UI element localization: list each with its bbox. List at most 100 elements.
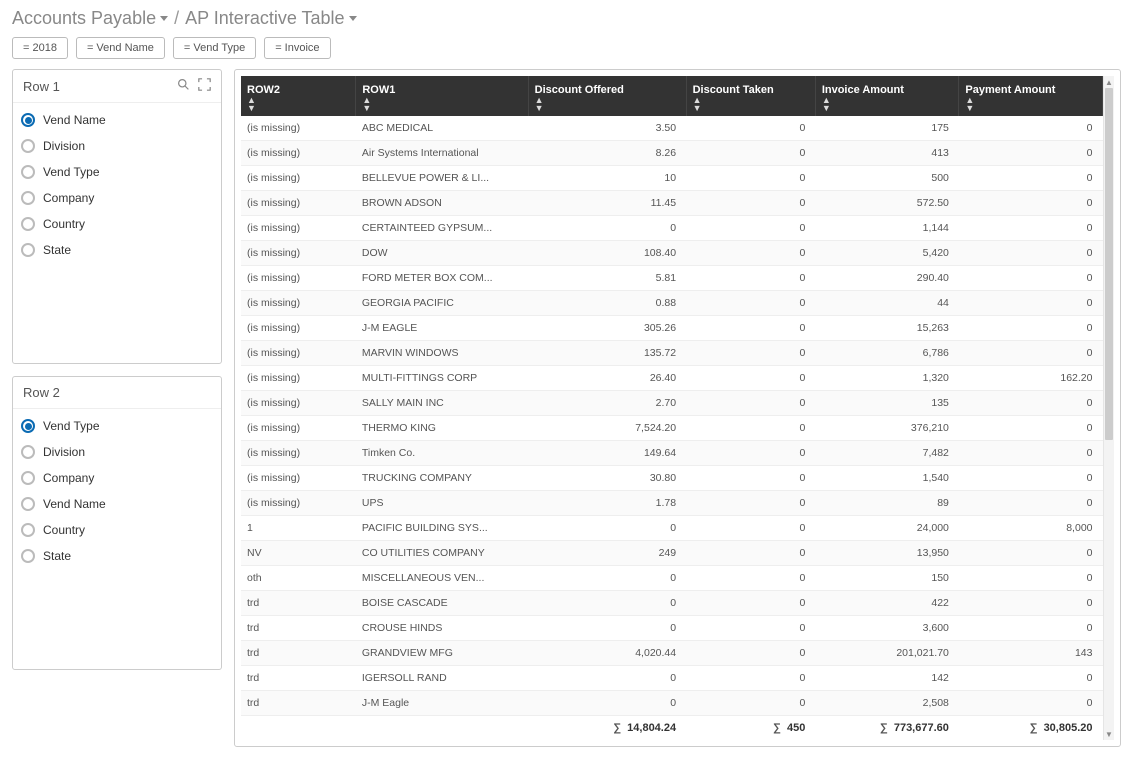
row2_panel-option[interactable]: Division bbox=[21, 443, 217, 461]
cell-discount-offered: 4,020.44 bbox=[528, 641, 686, 666]
cell-discount-taken: 0 bbox=[686, 291, 815, 316]
cell-discount-taken: 0 bbox=[686, 616, 815, 641]
column-header[interactable]: Invoice Amount▲▼ bbox=[815, 76, 959, 116]
column-header[interactable]: Payment Amount▲▼ bbox=[959, 76, 1103, 116]
filter-chip-invoice[interactable]: = Invoice bbox=[264, 37, 330, 59]
sort-icon[interactable]: ▲▼ bbox=[535, 96, 544, 112]
table-row[interactable]: (is missing)MARVIN WINDOWS135.7206,7860 bbox=[241, 341, 1103, 366]
table-row[interactable]: (is missing)FORD METER BOX COM...5.81029… bbox=[241, 266, 1103, 291]
table-row[interactable]: othMISCELLANEOUS VEN...001500 bbox=[241, 566, 1103, 591]
cell-discount-taken: 0 bbox=[686, 241, 815, 266]
cell-row1: MARVIN WINDOWS bbox=[356, 341, 528, 366]
cell-invoice-amount: 7,482 bbox=[815, 441, 959, 466]
table-row[interactable]: (is missing)MULTI-FITTINGS CORP26.4001,3… bbox=[241, 366, 1103, 391]
cell-payment-amount: 0 bbox=[959, 666, 1103, 691]
table-row[interactable]: (is missing)BROWN ADSON11.450572.500 bbox=[241, 191, 1103, 216]
cell-row2: (is missing) bbox=[241, 266, 356, 291]
row2_panel-option[interactable]: Vend Name bbox=[21, 495, 217, 513]
cell-row1: J-M EAGLE bbox=[356, 316, 528, 341]
vertical-scrollbar[interactable]: ▲ ▼ bbox=[1103, 76, 1114, 740]
row1_panel-option[interactable]: Vend Type bbox=[21, 163, 217, 181]
scroll-thumb[interactable] bbox=[1105, 88, 1113, 440]
cell-discount-offered: 30.80 bbox=[528, 466, 686, 491]
breadcrumb-current[interactable]: AP Interactive Table bbox=[185, 8, 356, 29]
cell-invoice-amount: 44 bbox=[815, 291, 959, 316]
cell-row1: J-M Eagle bbox=[356, 691, 528, 716]
row1_panel-option[interactable]: Company bbox=[21, 189, 217, 207]
column-header-label: Discount Taken bbox=[693, 84, 774, 96]
breadcrumb-parent[interactable]: Accounts Payable bbox=[12, 8, 168, 29]
cell-discount-taken: 0 bbox=[686, 166, 815, 191]
cell-row1: SALLY MAIN INC bbox=[356, 391, 528, 416]
sort-icon[interactable]: ▲▼ bbox=[822, 96, 831, 112]
row1_panel-option[interactable]: Division bbox=[21, 137, 217, 155]
total-discount-offered: ∑14,804.24 bbox=[528, 716, 686, 741]
cell-discount-offered: 0 bbox=[528, 516, 686, 541]
radio-label: Country bbox=[43, 523, 85, 537]
row2_panel-option[interactable]: Company bbox=[21, 469, 217, 487]
table-row[interactable]: trdJ-M Eagle002,5080 bbox=[241, 691, 1103, 716]
radio-label: Vend Type bbox=[43, 419, 100, 433]
column-header[interactable]: Discount Taken▲▼ bbox=[686, 76, 815, 116]
scroll-down-icon[interactable]: ▼ bbox=[1104, 728, 1114, 740]
cell-row2: trd bbox=[241, 641, 356, 666]
table-row[interactable]: (is missing)SALLY MAIN INC2.7001350 bbox=[241, 391, 1103, 416]
cell-row2: (is missing) bbox=[241, 291, 356, 316]
sort-icon[interactable]: ▲▼ bbox=[362, 96, 371, 112]
table-row[interactable]: NVCO UTILITIES COMPANY249013,9500 bbox=[241, 541, 1103, 566]
filter-label: = 2018 bbox=[23, 42, 57, 54]
column-header[interactable]: ROW2▲▼ bbox=[241, 76, 356, 116]
data-table: ROW2▲▼ROW1▲▼Discount Offered▲▼Discount T… bbox=[241, 76, 1103, 740]
expand-icon[interactable] bbox=[198, 78, 211, 94]
table-row[interactable]: (is missing)BELLEVUE POWER & LI...100500… bbox=[241, 166, 1103, 191]
cell-discount-taken: 0 bbox=[686, 191, 815, 216]
table-row[interactable]: (is missing)UPS1.780890 bbox=[241, 491, 1103, 516]
filter-chip-vendtype[interactable]: = Vend Type bbox=[173, 37, 256, 59]
table-row[interactable]: (is missing)TRUCKING COMPANY30.8001,5400 bbox=[241, 466, 1103, 491]
row2_panel-option[interactable]: Country bbox=[21, 521, 217, 539]
cell-row2: (is missing) bbox=[241, 141, 356, 166]
table-row[interactable]: trdBOISE CASCADE004220 bbox=[241, 591, 1103, 616]
caret-down-icon bbox=[349, 16, 357, 21]
sort-icon[interactable]: ▲▼ bbox=[693, 96, 702, 112]
table-row[interactable]: trdCROUSE HINDS003,6000 bbox=[241, 616, 1103, 641]
cell-discount-taken: 0 bbox=[686, 316, 815, 341]
table-row[interactable]: (is missing)Timken Co.149.6407,4820 bbox=[241, 441, 1103, 466]
table-row[interactable]: (is missing)Air Systems International8.2… bbox=[241, 141, 1103, 166]
cell-payment-amount: 143 bbox=[959, 641, 1103, 666]
table-row[interactable]: (is missing)GEORGIA PACIFIC0.880440 bbox=[241, 291, 1103, 316]
radio-label: Vend Name bbox=[43, 113, 106, 127]
table-row[interactable]: (is missing)J-M EAGLE305.26015,2630 bbox=[241, 316, 1103, 341]
row1_panel-option[interactable]: Country bbox=[21, 215, 217, 233]
table-row[interactable]: (is missing)ABC MEDICAL3.5001750 bbox=[241, 116, 1103, 141]
row1_panel-option[interactable]: Vend Name bbox=[21, 111, 217, 129]
table-row[interactable]: trdIGERSOLL RAND001420 bbox=[241, 666, 1103, 691]
cell-discount-taken: 0 bbox=[686, 666, 815, 691]
row1_panel-option[interactable]: State bbox=[21, 241, 217, 259]
table-row[interactable]: (is missing)THERMO KING7,524.200376,2100 bbox=[241, 416, 1103, 441]
scroll-up-icon[interactable]: ▲ bbox=[1104, 76, 1114, 88]
cell-invoice-amount: 3,600 bbox=[815, 616, 959, 641]
cell-payment-amount: 0 bbox=[959, 616, 1103, 641]
table-row[interactable]: 1PACIFIC BUILDING SYS...0024,0008,000 bbox=[241, 516, 1103, 541]
cell-payment-amount: 0 bbox=[959, 491, 1103, 516]
filter-chip-year[interactable]: = 2018 bbox=[12, 37, 68, 59]
table-row[interactable]: (is missing)CERTAINTEED GYPSUM...001,144… bbox=[241, 216, 1103, 241]
sort-icon[interactable]: ▲▼ bbox=[965, 96, 974, 112]
row2_panel-option[interactable]: Vend Type bbox=[21, 417, 217, 435]
column-header[interactable]: ROW1▲▼ bbox=[356, 76, 528, 116]
search-icon[interactable] bbox=[177, 78, 190, 94]
sort-icon[interactable]: ▲▼ bbox=[247, 96, 256, 112]
table-scroll[interactable]: ROW2▲▼ROW1▲▼Discount Offered▲▼Discount T… bbox=[241, 76, 1103, 740]
radio-label: State bbox=[43, 243, 71, 257]
cell-discount-offered: 11.45 bbox=[528, 191, 686, 216]
table-row[interactable]: trdGRANDVIEW MFG4,020.440201,021.70143 bbox=[241, 641, 1103, 666]
cell-discount-offered: 108.40 bbox=[528, 241, 686, 266]
row2_panel-option[interactable]: State bbox=[21, 547, 217, 565]
cell-payment-amount: 0 bbox=[959, 541, 1103, 566]
row2-options: Vend Type Division Company Vend Name Country… bbox=[13, 409, 221, 669]
table-row[interactable]: (is missing)DOW108.4005,4200 bbox=[241, 241, 1103, 266]
column-header[interactable]: Discount Offered▲▼ bbox=[528, 76, 686, 116]
filter-chip-vendname[interactable]: = Vend Name bbox=[76, 37, 165, 59]
cell-row1: CERTAINTEED GYPSUM... bbox=[356, 216, 528, 241]
